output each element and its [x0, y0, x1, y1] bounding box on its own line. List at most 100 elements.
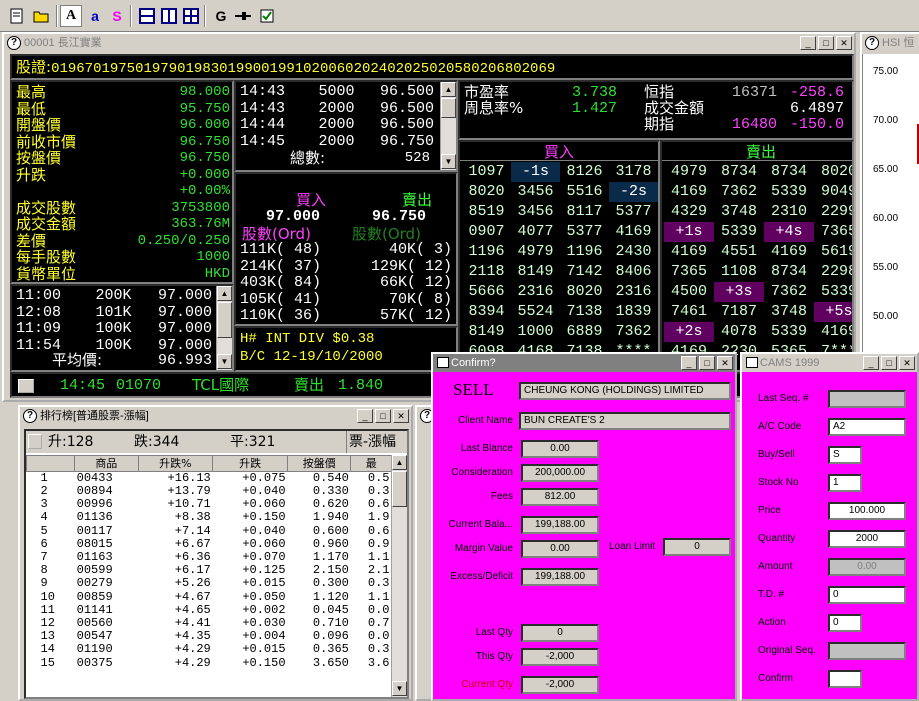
maximize-button[interactable]: □	[818, 36, 834, 50]
maximize-button[interactable]: □	[881, 356, 897, 370]
column-header[interactable]	[26, 455, 76, 472]
stat-value: 363.76M	[171, 216, 230, 232]
table-row[interactable]: 11 01141 +4.65 +0.002 0.045 0.0	[27, 602, 392, 617]
open-icon[interactable]	[30, 5, 52, 27]
ticks-panel: 14:43 5000 96.500 14:43 2000 96.500 14:44 2000 9…	[234, 80, 458, 172]
column-header[interactable]: 最	[350, 455, 392, 472]
category-tab[interactable]: 票-漲幅	[346, 431, 396, 453]
table-row[interactable]: 7 01163 +6.36 +0.070 1.170 1.1	[27, 550, 392, 564]
table-row[interactable]: 4 01136 +8.38 +0.150 1.940 1.9	[27, 511, 392, 524]
table-row[interactable]: 9 00279 +5.26 +0.015 0.300 0.3	[27, 577, 392, 590]
ticker-toggle[interactable]	[18, 379, 34, 393]
depth-row: 403K( 84) 66K( 12)	[240, 274, 452, 292]
ranking-table: 商品 升跌% 升跌 按盤價最 1 00433 +16.13 +0.075 0.540 0.5 2 0…	[26, 455, 392, 670]
related-code[interactable]: 01991	[261, 61, 303, 77]
table-cell: 0.330	[312, 484, 349, 499]
table-row[interactable]: 15 00375 +4.29 +0.150 3.650 3.6	[27, 656, 392, 669]
table-row[interactable]: 14 01190 +4.29 +0.015 0.365 0.3	[27, 643, 392, 656]
ranking-window-title[interactable]: ? 排行榜[普通股票-漲幅]	[20, 407, 411, 425]
related-code[interactable]: 01983	[177, 61, 219, 77]
data-row: 11:09 100K 97.000	[16, 320, 212, 338]
print-icon[interactable]	[256, 5, 278, 27]
ranking-scrollbar[interactable]: ▲ ▼	[391, 455, 407, 697]
broker-id: 2430	[615, 243, 652, 260]
table-row[interactable]: 6 08015 +6.67 +0.060 0.960 0.9	[27, 537, 392, 551]
cams-field-input[interactable]	[828, 670, 862, 688]
font-s-button[interactable]: S	[106, 5, 128, 27]
related-code[interactable]: 02068	[471, 61, 513, 77]
maximize-button[interactable]: □	[699, 356, 715, 370]
cell: 101K	[95, 303, 132, 321]
related-code[interactable]: 02069	[513, 61, 555, 77]
minimize-button[interactable]: _	[800, 36, 816, 50]
cams-field-input[interactable]: 100.000	[828, 502, 906, 520]
related-code[interactable]: 01990	[219, 61, 261, 77]
related-code[interactable]: 02024	[345, 61, 387, 77]
related-code[interactable]: 02025	[387, 61, 429, 77]
broker-id: 5377	[566, 223, 603, 240]
stat-row: 前收市價 96.750	[16, 133, 230, 151]
minimize-button[interactable]: _	[863, 356, 879, 370]
related-code[interactable]: 01975	[93, 61, 135, 77]
column-header[interactable]: 升跌%	[137, 455, 214, 472]
new-icon[interactable]	[6, 5, 28, 27]
close-button[interactable]: ✕	[836, 36, 852, 50]
layout3-icon[interactable]	[180, 5, 202, 27]
broker-id: 1196	[566, 243, 603, 260]
related-code[interactable]: 02058	[429, 61, 471, 77]
related-code[interactable]: 01979	[135, 61, 177, 77]
close-button[interactable]: ✕	[899, 356, 915, 370]
broker-id: 8519	[468, 203, 505, 220]
table-cell: 0.096	[312, 629, 349, 644]
layout1-icon[interactable]	[136, 5, 158, 27]
bid-depth: 214K( 37)	[240, 257, 322, 275]
font-small-a-button[interactable]: a	[84, 5, 106, 27]
table-row[interactable]: 8 00599 +6.17 +0.125 2.150 2.1	[27, 564, 392, 577]
column-header[interactable]: 商品	[74, 455, 139, 472]
broker-id: 3456	[517, 183, 554, 200]
graph-g-button[interactable]: G	[210, 5, 232, 27]
confirm-field-value: 0.00	[521, 440, 599, 458]
broker-id: 3748	[720, 203, 757, 220]
table-row[interactable]: 2 00894 +13.79 +0.040 0.330 0.3	[27, 485, 392, 498]
table-row[interactable]: 10 00859 +4.67 +0.050 1.120 1.1	[27, 590, 392, 604]
maximize-button[interactable]: □	[375, 409, 391, 423]
table-cell: 4	[40, 510, 48, 525]
cams-field-input[interactable]: A2	[828, 418, 906, 436]
ticks-scrollbar[interactable]: ▲ ▼	[440, 82, 456, 170]
layout2-icon[interactable]	[158, 5, 180, 27]
broker-id: 5377	[615, 203, 652, 220]
related-code[interactable]: 02006	[303, 61, 345, 77]
trades-scrollbar[interactable]: ▲ ▼	[216, 286, 232, 370]
cams-field-input[interactable]: S	[828, 446, 862, 464]
minimize-button[interactable]: _	[357, 409, 373, 423]
table-cell: 00599	[76, 563, 113, 578]
cams-field-input[interactable]: 0	[828, 586, 906, 604]
cams-field-input[interactable]: 0	[828, 614, 862, 632]
confirm-field-value: 0.00	[521, 540, 599, 558]
queue-row: 0907 4077 5377 4169	[462, 222, 658, 242]
quote-window-title[interactable]: ? 00001 長江實業	[4, 34, 854, 52]
queue-row: 2118 8149 7142 8406	[462, 262, 658, 282]
related-code[interactable]: 01967	[51, 61, 93, 77]
cell: 2000	[318, 132, 355, 150]
table-row[interactable]: 1 00433 +16.13 +0.075 0.540 0.5	[27, 472, 392, 486]
table-cell: 01141	[76, 602, 113, 617]
minimize-button[interactable]: _	[681, 356, 697, 370]
cams-field-input[interactable]: 2000	[828, 530, 906, 548]
pin-icon[interactable]	[232, 5, 254, 27]
cams-field-label: Original Seq.	[758, 645, 816, 656]
cams-field-input[interactable]: 1	[828, 474, 862, 492]
table-row[interactable]: 3 00996 +10.71 +0.060 0.620 0.6	[27, 498, 392, 511]
table-row[interactable]: 5 00117 +7.14 +0.040 0.600 0.6	[27, 524, 392, 538]
column-header[interactable]: 升跌	[212, 455, 289, 472]
close-button[interactable]: ✕	[717, 356, 733, 370]
close-button[interactable]: ✕	[393, 409, 409, 423]
font-a-button[interactable]: A	[60, 5, 82, 27]
table-row[interactable]: 12 00560 +4.41 +0.030 0.710 0.7	[27, 616, 392, 630]
stat-value: 96.000	[179, 117, 230, 133]
broker-id: 5339	[820, 283, 854, 300]
table-row[interactable]: 13 00547 +4.35 +0.004 0.096 0.0	[27, 630, 392, 643]
stat-value: +0.00%	[179, 183, 230, 199]
column-header[interactable]: 按盤價	[287, 455, 352, 472]
